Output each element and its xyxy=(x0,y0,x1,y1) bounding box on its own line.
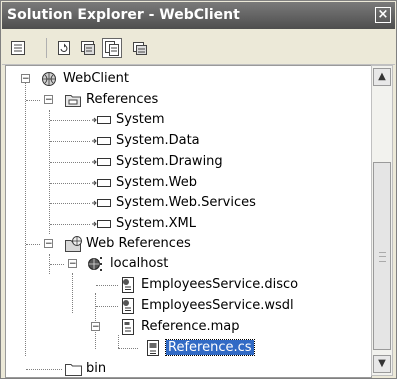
collapse-toggle[interactable]: − xyxy=(44,239,53,249)
show-all-files-button[interactable] xyxy=(102,38,122,58)
collapse-toggle[interactable]: − xyxy=(44,95,53,105)
scroll-down-button[interactable]: ▼ xyxy=(373,355,391,373)
tree-item-label: System xyxy=(116,112,165,127)
tree-item-label: bin xyxy=(86,361,107,376)
disco-file-icon xyxy=(122,277,134,293)
tree-item-system-drawing[interactable]: System.Drawing xyxy=(6,152,366,172)
tree-item-bin[interactable]: bin xyxy=(6,359,366,377)
assembly-reference-icon xyxy=(92,179,111,187)
tree-item-system-web-services[interactable]: System.Web.Services xyxy=(6,193,366,213)
vertical-scrollbar[interactable]: ▲ ▼ xyxy=(371,65,393,376)
tree-item-system-xml[interactable]: System.XML xyxy=(6,214,366,234)
tree-item-label: Web References xyxy=(86,236,191,251)
assembly-reference-icon xyxy=(92,137,111,145)
tree-line xyxy=(26,244,40,245)
tree-item-label: System.Web xyxy=(116,175,197,190)
tree-item-employeesservice-disco[interactable]: EmployeesService.disco xyxy=(6,275,366,295)
scroll-thumb[interactable] xyxy=(373,162,391,350)
window-title: Solution Explorer - WebClient xyxy=(7,7,240,23)
tree-item-localhost[interactable]: − localhost xyxy=(6,254,366,274)
tree-item-label: System.Data xyxy=(116,133,200,148)
collapse-toggle[interactable]: − xyxy=(21,74,30,84)
tree-line xyxy=(26,369,62,370)
title-bar[interactable]: Solution Explorer - WebClient × xyxy=(2,2,395,29)
tree-item-system-data[interactable]: System.Data xyxy=(6,131,366,151)
tree-line xyxy=(96,285,118,286)
refresh-icon xyxy=(58,41,70,55)
tree-item-label: System.Web.Services xyxy=(116,195,256,210)
tree-line xyxy=(50,264,64,265)
view-code-icon xyxy=(81,41,95,55)
web-references-folder-icon xyxy=(65,236,82,252)
properties-icon xyxy=(11,41,25,55)
map-file-icon xyxy=(122,319,134,335)
properties-button[interactable] xyxy=(8,38,28,58)
solution-explorer-window: Solution Explorer - WebClient × − WebCli… xyxy=(0,0,397,379)
tree-line xyxy=(26,100,40,101)
assembly-reference-icon xyxy=(92,158,111,166)
assembly-reference-icon xyxy=(92,116,111,124)
tree-line xyxy=(96,306,118,307)
tree-item-web-references[interactable]: − Web References xyxy=(6,234,366,254)
tree-line xyxy=(50,203,90,204)
tree-item-label: System.XML xyxy=(116,216,196,231)
tree-line xyxy=(118,335,119,348)
solution-tree[interactable]: − WebClient − References System System.D… xyxy=(5,65,372,378)
toolbar xyxy=(2,30,395,65)
tree-line xyxy=(50,183,90,184)
tree-line xyxy=(50,224,90,225)
references-folder-icon xyxy=(65,95,81,107)
tree-item-label: Reference.cs xyxy=(165,339,255,356)
tree-item-label: System.Drawing xyxy=(116,154,223,169)
tree-item-label: Reference.map xyxy=(141,319,240,334)
tree-item-employeesservice-wsdl[interactable]: EmployeesService.wsdl xyxy=(6,296,366,316)
tree-item-label: EmployeesService.disco xyxy=(141,277,299,292)
grip-icon xyxy=(379,252,386,262)
toolbar-separator xyxy=(46,38,47,58)
web-project-icon xyxy=(42,72,56,86)
refresh-button[interactable] xyxy=(54,38,74,58)
tree-item-system-web[interactable]: System.Web xyxy=(6,173,366,193)
assembly-reference-icon xyxy=(92,220,111,228)
tree-item-references[interactable]: − References xyxy=(6,90,366,110)
tree-item-label: localhost xyxy=(110,256,169,271)
folder-icon xyxy=(65,364,82,376)
tree-item-reference-cs[interactable]: Reference.cs xyxy=(6,335,366,358)
tree-item-label: EmployeesService.wsdl xyxy=(141,298,294,313)
tree-item-system[interactable]: System xyxy=(6,110,366,130)
close-button[interactable]: × xyxy=(375,7,391,23)
assembly-reference-icon xyxy=(92,199,111,207)
web-service-icon xyxy=(88,257,102,271)
collapse-toggle[interactable]: − xyxy=(91,322,100,332)
show-all-files-icon xyxy=(105,41,119,56)
tree-item-label: WebClient xyxy=(63,71,129,86)
scroll-up-button[interactable]: ▲ xyxy=(373,68,391,86)
tree-line xyxy=(118,348,138,349)
wsdl-file-icon xyxy=(122,298,134,314)
tree-line xyxy=(50,162,90,163)
tree-item-label: References xyxy=(86,92,159,107)
view-code-button[interactable] xyxy=(78,38,98,58)
cs-file-icon xyxy=(147,340,159,356)
tree-item-reference-map[interactable]: − Reference.map xyxy=(6,317,366,337)
tree-line xyxy=(50,120,90,121)
copy-project-button[interactable] xyxy=(130,38,150,58)
copy-project-icon xyxy=(133,42,147,55)
tree-item-webclient[interactable]: − WebClient xyxy=(6,69,366,89)
tree-line xyxy=(50,141,90,142)
collapse-toggle[interactable]: − xyxy=(68,259,77,269)
